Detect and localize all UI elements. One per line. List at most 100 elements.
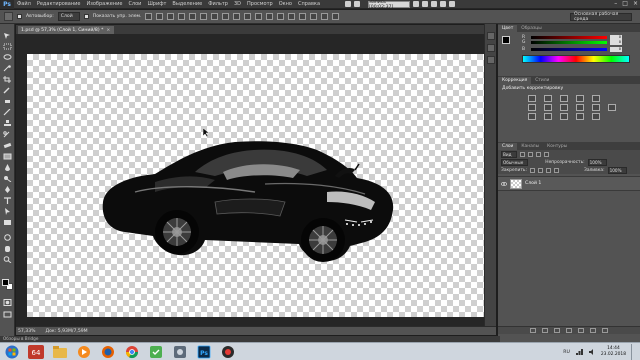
menu-file[interactable]: Файл [14,1,34,7]
color-balance-icon[interactable] [544,104,552,111]
tab-adjustments[interactable]: Коррекция [498,77,532,84]
3d-rotate-icon[interactable] [288,13,296,20]
distribute-left-icon[interactable] [244,13,252,20]
lock-pixels-icon[interactable] [538,167,543,173]
rectangle-tool-icon[interactable] [3,219,12,226]
levels-icon[interactable] [544,95,552,102]
black-white-icon[interactable] [560,104,568,111]
filter-shape-icon[interactable] [543,151,549,157]
taskbar-tool-icon[interactable] [170,345,190,359]
channel-g-slider[interactable] [531,41,607,44]
history-panel-icon[interactable] [487,32,495,40]
threshold-icon[interactable] [560,113,568,120]
exposure-icon[interactable] [576,95,584,102]
show-desktop-button[interactable] [631,344,636,360]
align-right-icon[interactable] [200,13,208,20]
brightness-contrast-icon[interactable] [528,95,536,102]
menu-select[interactable]: Выделение [169,1,205,7]
align-hcenter-icon[interactable] [189,13,197,20]
channel-b-value[interactable]: 0 [610,47,622,52]
tab-styles[interactable]: Стили [531,77,553,84]
visibility-eye-icon[interactable] [501,181,507,187]
auto-align-icon[interactable] [277,13,285,20]
invert-icon[interactable] [528,113,536,120]
menu-window[interactable]: Окно [276,1,295,7]
type-tool-icon[interactable] [3,197,12,204]
gradient-tool-icon[interactable] [3,153,12,160]
gradient-map-icon[interactable] [576,113,584,120]
tab-paths[interactable]: Контуры [543,143,571,150]
eraser-tool-icon[interactable] [3,142,12,149]
trash-icon[interactable] [602,328,608,333]
channel-r-slider[interactable] [531,35,607,39]
foreground-color-swatch[interactable] [2,279,9,286]
distribute-hcenter-icon[interactable] [255,13,263,20]
healing-brush-tool-icon[interactable] [3,98,12,105]
3d-scale-icon[interactable] [332,13,340,20]
menu-help[interactable]: Справка [295,1,323,7]
taskbar-app-64[interactable]: 64 [26,344,46,359]
menu-edit[interactable]: Редактирование [34,1,84,7]
photo-filter-icon[interactable] [576,104,584,111]
3d-roll-icon[interactable] [299,13,307,20]
color-panel-fg-swatch[interactable] [502,36,510,44]
screen-mode-icon[interactable] [3,311,12,318]
blend-mode-dropdown[interactable]: Обычные [501,158,529,166]
pen-tool-icon[interactable] [3,186,12,193]
menu-3d[interactable]: 3D [231,1,244,7]
layer-row[interactable]: Слой 1 [498,176,640,191]
distribute-bottom-icon[interactable] [233,13,241,20]
close-icon[interactable]: × [633,0,638,7]
path-selection-tool-icon[interactable] [3,208,12,215]
auto-select-dropdown[interactable]: Слой [57,12,80,21]
menu-view[interactable]: Просмотр [244,1,276,7]
align-left-icon[interactable] [178,13,186,20]
clock[interactable]: 14:44 23.02.2018 [601,346,626,358]
new-group-icon[interactable] [578,328,584,333]
filter-type-icon[interactable] [535,151,541,157]
3d-slide-icon[interactable] [321,13,329,20]
recorder-minimize-icon[interactable] [449,1,455,7]
recorder-draw-icon[interactable] [413,1,419,7]
align-top-icon[interactable] [145,13,153,20]
taskbar-recorder-icon[interactable] [218,345,238,359]
move-tool-preset-icon[interactable] [4,12,13,21]
channel-r-value[interactable]: 0 [610,34,622,40]
vibrance-icon[interactable] [592,95,600,102]
color-ramp[interactable] [522,55,630,63]
taskbar-explorer-icon[interactable] [50,345,70,359]
curves-icon[interactable] [560,95,568,102]
canvas-area[interactable] [16,34,496,326]
document-canvas[interactable] [27,54,487,317]
zoom-tool-icon[interactable] [3,256,12,263]
crop-tool-icon[interactable] [3,76,12,83]
maximize-icon[interactable]: □ [622,0,628,7]
align-bottom-icon[interactable] [167,13,175,20]
color-lookup-icon[interactable] [608,104,616,111]
show-controls-checkbox[interactable] [83,14,89,19]
volume-icon[interactable] [588,348,596,356]
auto-select-checkbox[interactable] [17,14,22,19]
properties-panel-icon[interactable] [487,44,495,52]
tab-channels[interactable]: Каналы [517,143,543,150]
minimize-icon[interactable]: – [614,0,617,7]
channel-b-slider[interactable] [531,48,607,51]
history-brush-tool-icon[interactable] [3,131,12,138]
workspace-dropdown[interactable]: Основная рабочая среда [570,12,632,22]
language-indicator[interactable]: RU [563,350,570,355]
new-layer-icon[interactable] [590,328,596,333]
distribute-top-icon[interactable] [211,13,219,20]
channel-g-value[interactable]: 0 [610,40,622,45]
layer-kind-dropdown[interactable]: Вид [501,150,517,158]
menu-image[interactable]: Изображение [83,1,125,7]
taskbar-chrome-icon[interactable] [122,345,142,359]
quick-select-tool-icon[interactable] [3,65,12,72]
hue-saturation-icon[interactable] [528,104,536,111]
info-panel-icon[interactable] [487,56,495,64]
start-button[interactable] [2,345,22,359]
tab-close-icon[interactable]: × [106,28,110,33]
taskbar-greenapp-icon[interactable] [146,345,166,359]
menu-type[interactable]: Шрифт [144,1,169,7]
taskbar-mediaplayer-icon[interactable] [74,345,94,359]
lock-transparent-icon[interactable] [530,167,535,173]
